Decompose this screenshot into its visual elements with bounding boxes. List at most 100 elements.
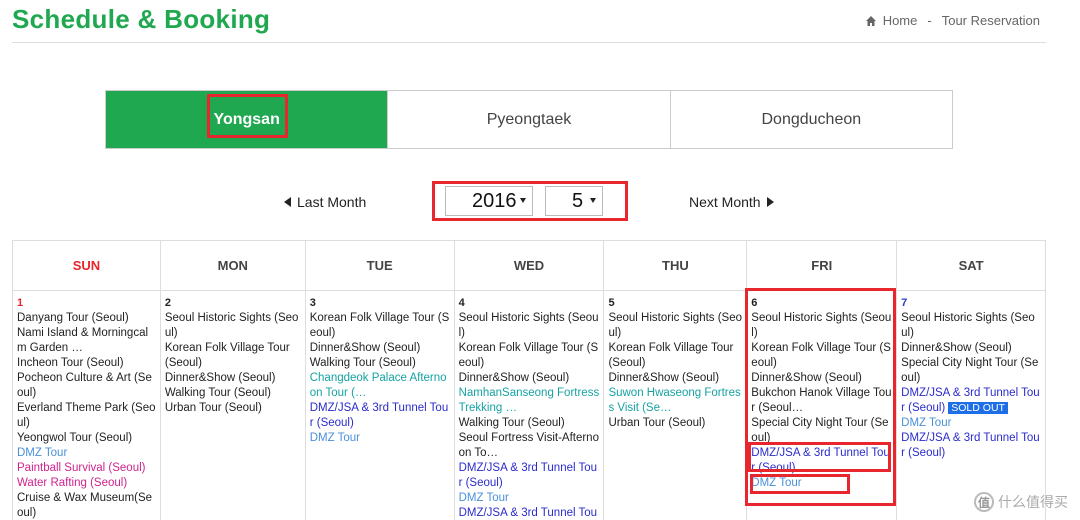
tour-link[interactable]: Changdeok Palace Afternoon Tour (… bbox=[310, 371, 450, 401]
tour-link-label: Yeongwol Tour (Seoul) bbox=[17, 432, 133, 444]
tour-link-label: Dinner&Show (Seoul) bbox=[901, 342, 1012, 354]
breadcrumb-current: Tour Reservation bbox=[941, 13, 1040, 28]
watermark-logo-icon: 值 bbox=[974, 492, 994, 512]
last-month-button[interactable]: Last Month bbox=[284, 194, 366, 210]
tour-link[interactable]: Urban Tour (Seoul) bbox=[165, 401, 301, 416]
tour-link-label: Seoul Historic Sights (Seoul) bbox=[458, 312, 599, 339]
tour-link[interactable]: Walking Tour (Seoul) bbox=[165, 386, 301, 401]
day-cell: 7 Seoul Historic Sights (Seoul) Dinner&Sho… bbox=[897, 291, 1047, 520]
tour-link[interactable]: Walking Tour (Seoul) bbox=[310, 356, 450, 371]
day-number: 7 bbox=[901, 297, 908, 309]
tour-link-label: Seoul Fortress Visit-Afternoon To… bbox=[458, 432, 599, 459]
tour-link[interactable]: Seoul Historic Sights (Seoul) bbox=[165, 311, 301, 341]
tour-link[interactable]: Special City Night Tour (Seoul) bbox=[901, 356, 1041, 386]
tour-link-label: Pocheon Culture & Art (Seoul) bbox=[17, 372, 152, 399]
tour-link[interactable]: Nami Island & Morningcalm Garden … bbox=[17, 326, 156, 356]
tour-link[interactable]: Danyang Tour (Seoul) bbox=[17, 311, 156, 326]
tour-link[interactable]: Seoul Historic Sights (Seoul) bbox=[901, 311, 1041, 341]
tour-link[interactable]: Cruise & Wax Museum(Seoul) bbox=[17, 491, 156, 520]
tour-link-label: DMZ Tour bbox=[751, 477, 802, 489]
tour-link[interactable]: Pocheon Culture & Art (Seoul) bbox=[17, 371, 156, 401]
tour-link[interactable]: Dinner&Show (Seoul) bbox=[165, 371, 301, 386]
tour-link[interactable]: Dinner&Show (Seoul) bbox=[310, 341, 450, 356]
tab-dongducheon[interactable]: Dongducheon bbox=[670, 91, 952, 148]
tour-link[interactable]: DMZ/JSA & 3rd Tunnel Tour (Seoul) bbox=[751, 446, 892, 476]
month-select[interactable]: 5 bbox=[545, 186, 603, 216]
tour-link[interactable]: Seoul Historic Sights (Seoul) bbox=[608, 311, 742, 341]
tour-link[interactable]: Dinner&Show (Seoul) bbox=[608, 371, 742, 386]
watermark-text: 什么值得买 bbox=[998, 494, 1068, 510]
day-number: 4 bbox=[458, 297, 465, 309]
tour-link-label: Korean Folk Village Tour (Seoul) bbox=[458, 342, 599, 369]
tour-link[interactable]: DMZ/JSA & 3rd Tunnel Tour (Seoul) bbox=[459, 461, 600, 491]
tour-link-label: DMZ/JSA & 3rd Tunnel Tour (Seoul) bbox=[901, 432, 1040, 459]
breadcrumb-home-link[interactable]: Home bbox=[883, 13, 918, 28]
tour-link[interactable]: Seoul Historic Sights (Seoul) bbox=[751, 311, 892, 341]
tour-link[interactable]: Yeongwol Tour (Seoul) bbox=[17, 431, 156, 446]
tour-link-label: Walking Tour (Seoul) bbox=[309, 357, 416, 369]
tour-link-label: Walking Tour (Seoul) bbox=[164, 387, 271, 399]
tour-link[interactable]: DMZ Tour bbox=[901, 416, 1041, 431]
tour-link[interactable]: Walking Tour (Seoul) bbox=[459, 416, 600, 431]
tour-link[interactable]: Korean Folk Village Tour (Seoul) bbox=[459, 341, 600, 371]
tour-link-label: Everland Theme Park (Seoul) bbox=[17, 402, 156, 429]
tab-yongsan[interactable]: Yongsan bbox=[106, 91, 389, 148]
tour-link[interactable]: DMZ/JSA & 3rd Tunnel Tou bbox=[459, 506, 600, 520]
tour-link-label: Incheon Tour (Seoul) bbox=[17, 357, 124, 369]
tour-link[interactable]: Suwon Hwaseong Fortress Visit (Se… bbox=[608, 386, 742, 416]
tour-link-label: Suwon Hwaseong Fortress Visit (Se… bbox=[608, 387, 741, 414]
tour-link[interactable]: NamhanSanseong Fortress Trekking … bbox=[459, 386, 600, 416]
tour-link[interactable]: Dinner&Show (Seoul) bbox=[751, 371, 892, 386]
tour-link[interactable]: DMZ/JSA & 3rd Tunnel Tour (Seoul) bbox=[901, 431, 1041, 461]
tour-link-label: Paintball Survival (Seoul) bbox=[17, 462, 146, 474]
day-cell: 2 Seoul Historic Sights (Seoul) Korean Fol… bbox=[161, 291, 306, 520]
tour-link-label: NamhanSanseong Fortress Trekking … bbox=[458, 387, 600, 414]
tour-link[interactable]: Urban Tour (Seoul) bbox=[608, 416, 742, 431]
tour-link[interactable]: Water Rafting (Seoul) bbox=[17, 476, 156, 491]
tour-link[interactable]: Seoul Historic Sights (Seoul) bbox=[459, 311, 600, 341]
tour-link[interactable]: Dinner&Show (Seoul) bbox=[459, 371, 600, 386]
day-cell: 6 Seoul Historic Sights (Seoul) Korean Fol… bbox=[747, 291, 898, 520]
tour-link-label: Dinner&Show (Seoul) bbox=[751, 372, 862, 384]
tour-link-label: Dinner&Show (Seoul) bbox=[458, 372, 570, 384]
next-month-button[interactable]: Next Month bbox=[689, 194, 774, 210]
tour-link[interactable]: DMZ/JSA & 3rd Tunnel Tour (Seoul) SOLD OU… bbox=[901, 386, 1041, 416]
tour-link-label: Korean Folk Village Tour (Seoul) bbox=[751, 342, 891, 369]
chevron-down-icon bbox=[520, 198, 526, 203]
tour-link-label: Dinner&Show (Seoul) bbox=[608, 372, 720, 384]
day-number: 3 bbox=[309, 297, 316, 309]
day-number: 6 bbox=[751, 297, 758, 309]
tour-link[interactable]: Korean Folk Village Tour (Seoul) bbox=[608, 341, 742, 371]
tab-pyeongtaek[interactable]: Pyeongtaek bbox=[388, 91, 671, 148]
tour-link-label: Dinner&Show (Seoul) bbox=[309, 342, 421, 354]
chevron-right-icon bbox=[766, 197, 774, 207]
tour-link-label: Danyang Tour (Seoul) bbox=[17, 312, 129, 324]
tour-link-label: Seoul Historic Sights (Seoul) bbox=[901, 312, 1035, 339]
tour-link[interactable]: Bukchon Hanok Village Tour (Seoul… bbox=[751, 386, 892, 416]
tour-link[interactable]: Everland Theme Park (Seoul) bbox=[17, 401, 156, 431]
day-cell: 1 Danyang Tour (Seoul) Nami Island & Morni… bbox=[13, 291, 161, 520]
tour-link[interactable]: Korean Folk Village Tour (Seoul) bbox=[310, 311, 450, 341]
month-navigation: Last Month 2016 5 Next Month bbox=[0, 180, 1080, 222]
chevron-down-icon bbox=[590, 198, 596, 203]
tour-link[interactable]: Korean Folk Village Tour (Seoul) bbox=[751, 341, 892, 371]
home-icon[interactable] bbox=[865, 15, 877, 27]
dow-thu: THU bbox=[604, 241, 748, 291]
tour-link[interactable]: Seoul Fortress Visit-Afternoon To… bbox=[459, 431, 600, 461]
tour-link-label: Cruise & Wax Museum(Seoul) bbox=[17, 492, 153, 519]
tour-link-label: Bukchon Hanok Village Tour (Seoul… bbox=[751, 387, 892, 414]
tour-link-label: DMZ/JSA & 3rd Tunnel Tou bbox=[458, 507, 598, 519]
tour-link[interactable]: DMZ/JSA & 3rd Tunnel Tour (Seoul) bbox=[310, 401, 450, 431]
tour-link[interactable]: Paintball Survival (Seoul) bbox=[17, 461, 156, 476]
tour-link-label: Korean Folk Village Tour (Seoul) bbox=[608, 342, 734, 369]
tour-link[interactable]: Special City Night Tour (Seoul) bbox=[751, 416, 892, 446]
day-cell: 4 Seoul Historic Sights (Seoul) Korean Fol… bbox=[455, 291, 605, 520]
tour-link[interactable]: DMZ Tour bbox=[459, 491, 600, 506]
tour-link[interactable]: Incheon Tour (Seoul) bbox=[17, 356, 156, 371]
tour-link[interactable]: Dinner&Show (Seoul) bbox=[901, 341, 1041, 356]
tour-link[interactable]: DMZ Tour bbox=[17, 446, 156, 461]
tour-link[interactable]: DMZ Tour bbox=[751, 476, 892, 491]
tour-link[interactable]: Korean Folk Village Tour (Seoul) bbox=[165, 341, 301, 371]
year-select[interactable]: 2016 bbox=[445, 186, 533, 216]
tour-link[interactable]: DMZ Tour bbox=[310, 431, 450, 446]
